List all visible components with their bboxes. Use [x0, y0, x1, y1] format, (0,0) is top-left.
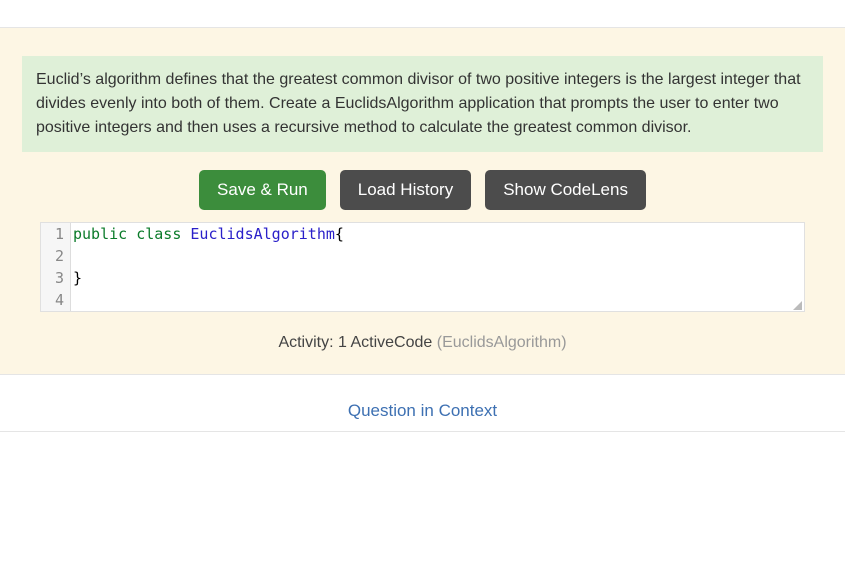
code-editor[interactable]: 1 public class EuclidsAlgorithm{ 2 3 } 4: [40, 222, 805, 312]
activity-caption: Activity: 1 ActiveCode (EuclidsAlgorithm…: [22, 334, 823, 352]
save-run-button[interactable]: Save & Run: [199, 170, 326, 210]
context-row: Question in Context: [0, 375, 845, 432]
code-area: 1 public class EuclidsAlgorithm{ 2 3 } 4: [41, 223, 804, 311]
code-line-4: [71, 289, 804, 311]
code-line-1: public class EuclidsAlgorithm{: [71, 223, 804, 245]
class-name: EuclidsAlgorithm: [190, 225, 335, 243]
keyword-public: public: [73, 225, 127, 243]
brace-open: {: [335, 225, 344, 243]
top-band: [0, 0, 845, 28]
button-row: Save & Run Load History Show CodeLens: [22, 170, 823, 210]
code-line-2: [71, 245, 804, 267]
activity-id: (EuclidsAlgorithm): [437, 334, 567, 351]
activecode-panel: Euclid’s algorithm defines that the grea…: [0, 28, 845, 375]
problem-description: Euclid’s algorithm defines that the grea…: [22, 56, 823, 152]
code-line-3: }: [71, 267, 804, 289]
resize-handle-icon[interactable]: [793, 301, 802, 310]
load-history-button[interactable]: Load History: [340, 170, 471, 210]
show-codelens-button[interactable]: Show CodeLens: [485, 170, 646, 210]
line-number: 4: [41, 289, 71, 311]
activity-prefix: Activity: 1 ActiveCode: [278, 334, 436, 351]
question-in-context-link[interactable]: Question in Context: [348, 401, 497, 420]
line-number: 3: [41, 267, 71, 289]
line-number: 1: [41, 223, 71, 245]
keyword-class: class: [136, 225, 181, 243]
line-number: 2: [41, 245, 71, 267]
